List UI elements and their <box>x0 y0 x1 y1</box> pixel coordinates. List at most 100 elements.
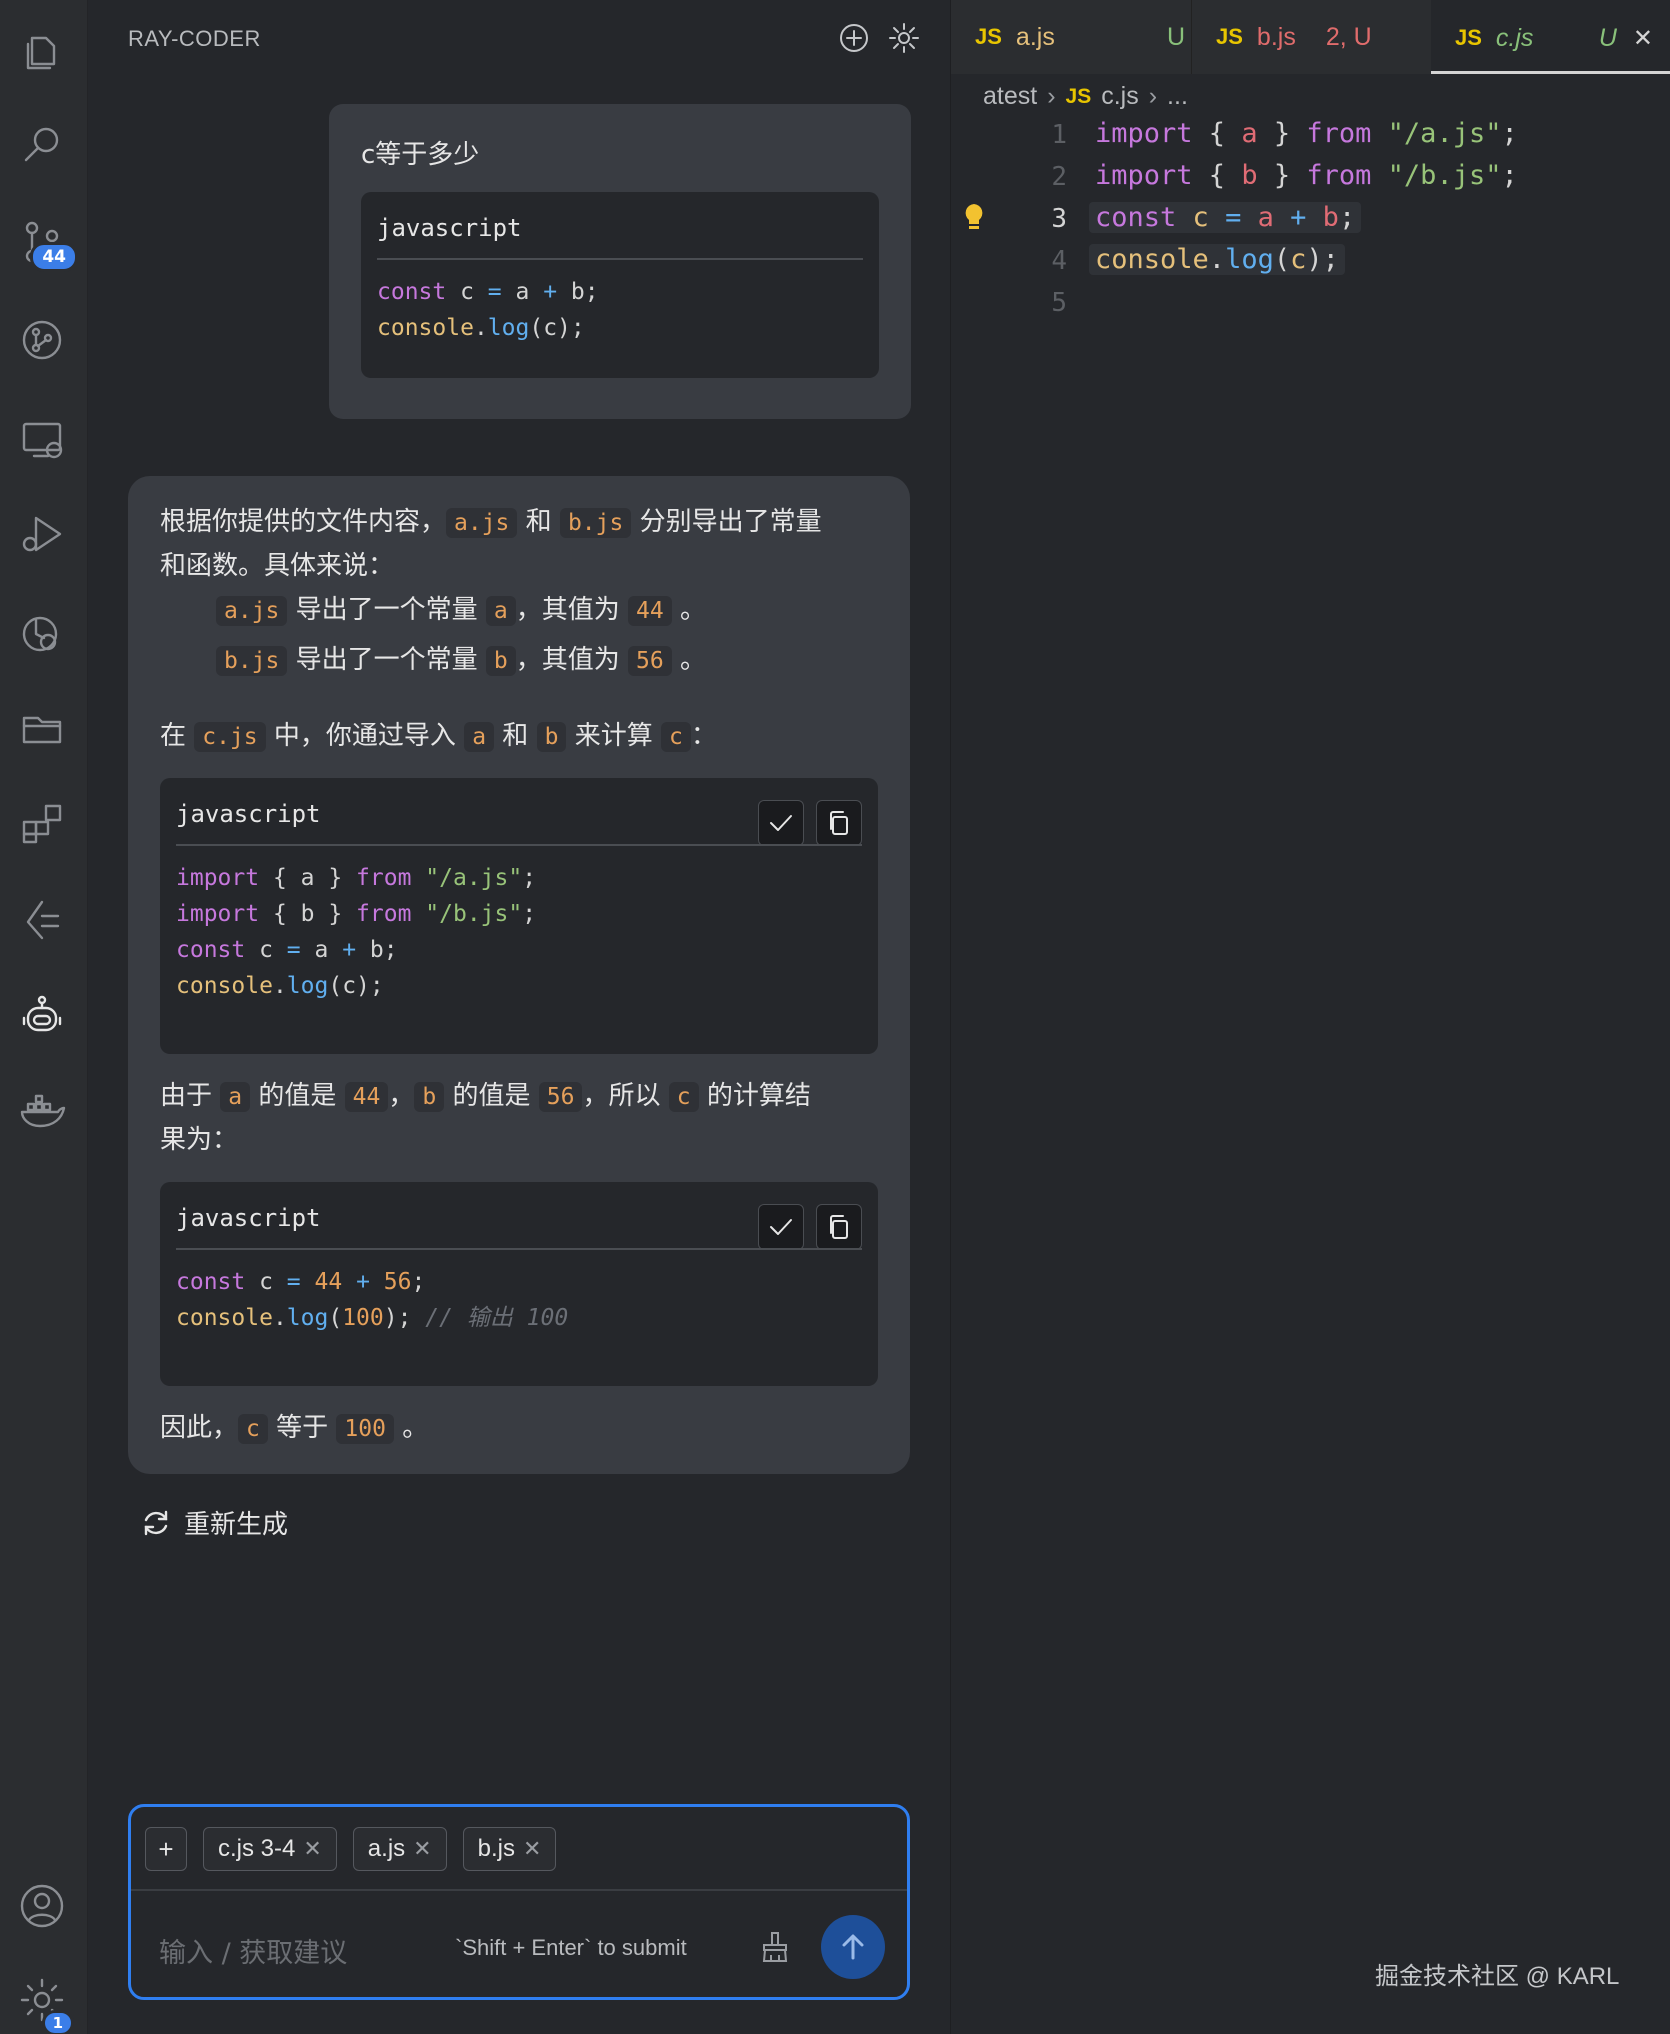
code-token: . <box>272 973 287 999</box>
clear-broom-icon[interactable] <box>757 1929 793 1965</box>
code-token: "/a.js" <box>1387 118 1502 149</box>
list-item: b.js 导出了一个常量 b ，其值为 56 。 <box>216 638 706 683</box>
close-icon[interactable]: ✕ <box>303 1836 321 1862</box>
line-number: 4 <box>1051 246 1067 276</box>
code-token: . <box>272 1305 287 1331</box>
explorer-icon[interactable] <box>14 24 70 80</box>
code-token: (c); <box>529 315 585 341</box>
breadcrumb-file[interactable]: c.js <box>1101 82 1139 111</box>
check-icon <box>770 1219 792 1235</box>
code-block-1: javascript import { a } from "/a.js"; imp… <box>160 778 878 1054</box>
code-divider <box>377 258 863 260</box>
settings-icon[interactable] <box>886 20 922 56</box>
code-line-content: import { b } from "/b.js"; <box>1095 160 1518 191</box>
search-icon[interactable] <box>14 116 70 172</box>
timeline-icon[interactable] <box>14 892 70 948</box>
source-control-icon[interactable]: 44 <box>14 214 78 272</box>
editor-code-line[interactable]: console.log(c); <box>1089 244 1345 275</box>
copy-button[interactable] <box>816 800 862 846</box>
docker-icon[interactable] <box>14 1084 70 1140</box>
code-token: import <box>1095 118 1193 149</box>
code-token: // 输出 100 <box>425 1305 569 1331</box>
code-line: console.log(100); // 输出 100 <box>176 1300 568 1336</box>
code-token: { a } <box>259 865 357 891</box>
code-line-content: console.log(c); <box>1089 244 1345 275</box>
code-token: ; <box>1501 160 1518 191</box>
code-token: c <box>245 937 287 963</box>
account-icon[interactable] <box>14 1878 70 1934</box>
close-tab-icon[interactable]: ✕ <box>1633 24 1653 53</box>
copy-button[interactable] <box>816 1204 862 1250</box>
arrow-up-icon <box>842 1934 864 1960</box>
code-token: { <box>1192 160 1242 191</box>
code-token: ; <box>1501 118 1518 149</box>
close-icon[interactable]: ✕ <box>523 1836 541 1862</box>
javascript-file-icon: JS <box>1065 84 1092 108</box>
context-chip[interactable]: a.js ✕ <box>352 1827 447 1871</box>
chat-input-field[interactable]: 输入 / 获取建议 <box>159 1931 347 1970</box>
apply-button[interactable] <box>758 1204 804 1250</box>
regenerate-button[interactable]: 重新生成 <box>140 1504 288 1541</box>
tab-a-js[interactable]: JS a.js U <box>975 0 1185 74</box>
extensions-icon[interactable] <box>14 796 70 852</box>
add-context-button[interactable]: + <box>145 1827 187 1871</box>
code-token: from <box>1306 118 1372 149</box>
code-token: log <box>1225 244 1274 275</box>
code-token: a <box>300 937 343 963</box>
apply-button[interactable] <box>758 800 804 846</box>
tab-b-js[interactable]: JS b.js 2, U <box>1191 0 1409 74</box>
code-token: const <box>1095 202 1177 233</box>
editor-area: JS a.js U JS b.js 2, U JS c.js U ✕ atest… <box>950 0 1670 2034</box>
code-block-2: javascript const c = 44 + 56; console.log… <box>160 1182 878 1386</box>
code-token: } <box>1257 118 1307 149</box>
code-content: import { a } from "/a.js"; import { b } f… <box>176 860 536 1004</box>
code-token: 100 <box>342 1305 384 1331</box>
code-token: c <box>245 1269 287 1295</box>
send-button[interactable] <box>821 1915 885 1979</box>
editor-code-line[interactable]: import { a } from "/a.js"; <box>1095 118 1518 149</box>
code-token: . <box>1208 244 1226 275</box>
code-token: console <box>176 1305 273 1331</box>
code-token: c <box>1290 244 1307 275</box>
breadcrumb-more[interactable]: ... <box>1167 82 1188 111</box>
code-token: console <box>377 315 474 341</box>
close-icon[interactable]: ✕ <box>413 1836 431 1862</box>
settings-gear-icon[interactable]: 1 <box>14 1972 74 2034</box>
code-line-content: import { a } from "/a.js"; <box>1095 118 1518 149</box>
remote-explorer-icon[interactable] <box>14 410 70 466</box>
paragraph-intro: 根据你提供的文件内容， a.js 和 b.js 分别导出了常量 <box>160 507 822 538</box>
context-chip[interactable]: b.js ✕ <box>462 1827 557 1871</box>
chat-input-box: + c.js 3-4 ✕ a.js ✕ b.js ✕ 输入 / 获取建议 `Shift… <box>128 1804 910 2000</box>
code-token: ); <box>383 1305 426 1331</box>
code-language: javascript <box>176 1204 321 1232</box>
context-chip[interactable]: c.js 3-4 ✕ <box>203 1827 337 1871</box>
testing-icon[interactable] <box>14 604 70 660</box>
line-number: 5 <box>1051 288 1067 318</box>
editor-code-line[interactable]: import { b } from "/b.js"; <box>1095 160 1518 191</box>
new-chat-icon[interactable] <box>836 20 872 56</box>
code-token: + <box>1290 202 1307 233</box>
run-debug-icon[interactable] <box>14 506 70 562</box>
breadcrumb: atest › JS c.js › ... <box>983 82 1188 111</box>
breadcrumb-folder[interactable]: atest <box>983 82 1037 111</box>
code-token: b <box>1241 160 1258 191</box>
editor-code-line[interactable]: const c = a + b; <box>1089 202 1362 233</box>
git-graph-icon[interactable] <box>14 312 70 368</box>
code-token: b; <box>557 279 599 305</box>
javascript-file-icon: JS <box>1455 25 1482 50</box>
lightbulb-icon[interactable] <box>961 202 987 232</box>
robot-icon[interactable] <box>14 988 70 1044</box>
paragraph-import: 在 c.js 中，你通过导入 a 和 b 来计算 c： <box>160 721 717 752</box>
code-token: ); <box>1306 244 1339 275</box>
chat-header: RAY-CODER <box>88 0 950 78</box>
watermark: 掘金技术社区 @ KARL <box>1375 1963 1620 1990</box>
folder-icon[interactable] <box>14 700 70 756</box>
tab-c-js[interactable]: JS c.js U ✕ <box>1431 0 1670 74</box>
javascript-file-icon: JS <box>975 24 1002 49</box>
